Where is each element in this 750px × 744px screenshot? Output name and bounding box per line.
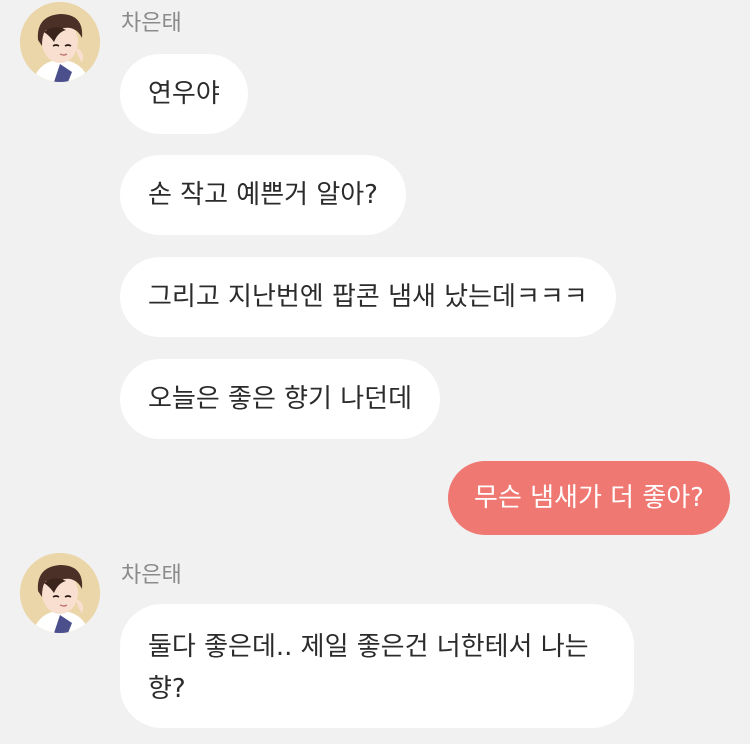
sender-name: 차은태 [121, 11, 182, 36]
message-bubble-incoming[interactable]: 둘다 좋은데.. 제일 좋은건 너한테서 나는 향? [120, 604, 634, 728]
sender-name: 차은태 [121, 563, 182, 588]
message-bubble-incoming[interactable]: 손 작고 예쁜거 알아? [120, 155, 406, 235]
sender-avatar[interactable] [20, 553, 100, 633]
avatar-icon [20, 2, 100, 82]
avatar-icon [20, 553, 100, 633]
message-bubble-incoming[interactable]: 그리고 지난번엔 팝콘 냄새 났는데ㅋㅋㅋ [120, 257, 616, 337]
message-bubble-incoming[interactable]: 연우야 [120, 54, 248, 134]
sender-avatar[interactable] [20, 2, 100, 82]
message-bubble-outgoing[interactable]: 무슨 냄새가 더 좋아? [448, 461, 730, 535]
chat-thread: 차은태 연우야 손 작고 예쁜거 알아? 그리고 지난번엔 팝콘 냄새 났는데ㅋ… [0, 0, 750, 744]
message-bubble-incoming[interactable]: 오늘은 좋은 향기 나던데 [120, 359, 440, 439]
